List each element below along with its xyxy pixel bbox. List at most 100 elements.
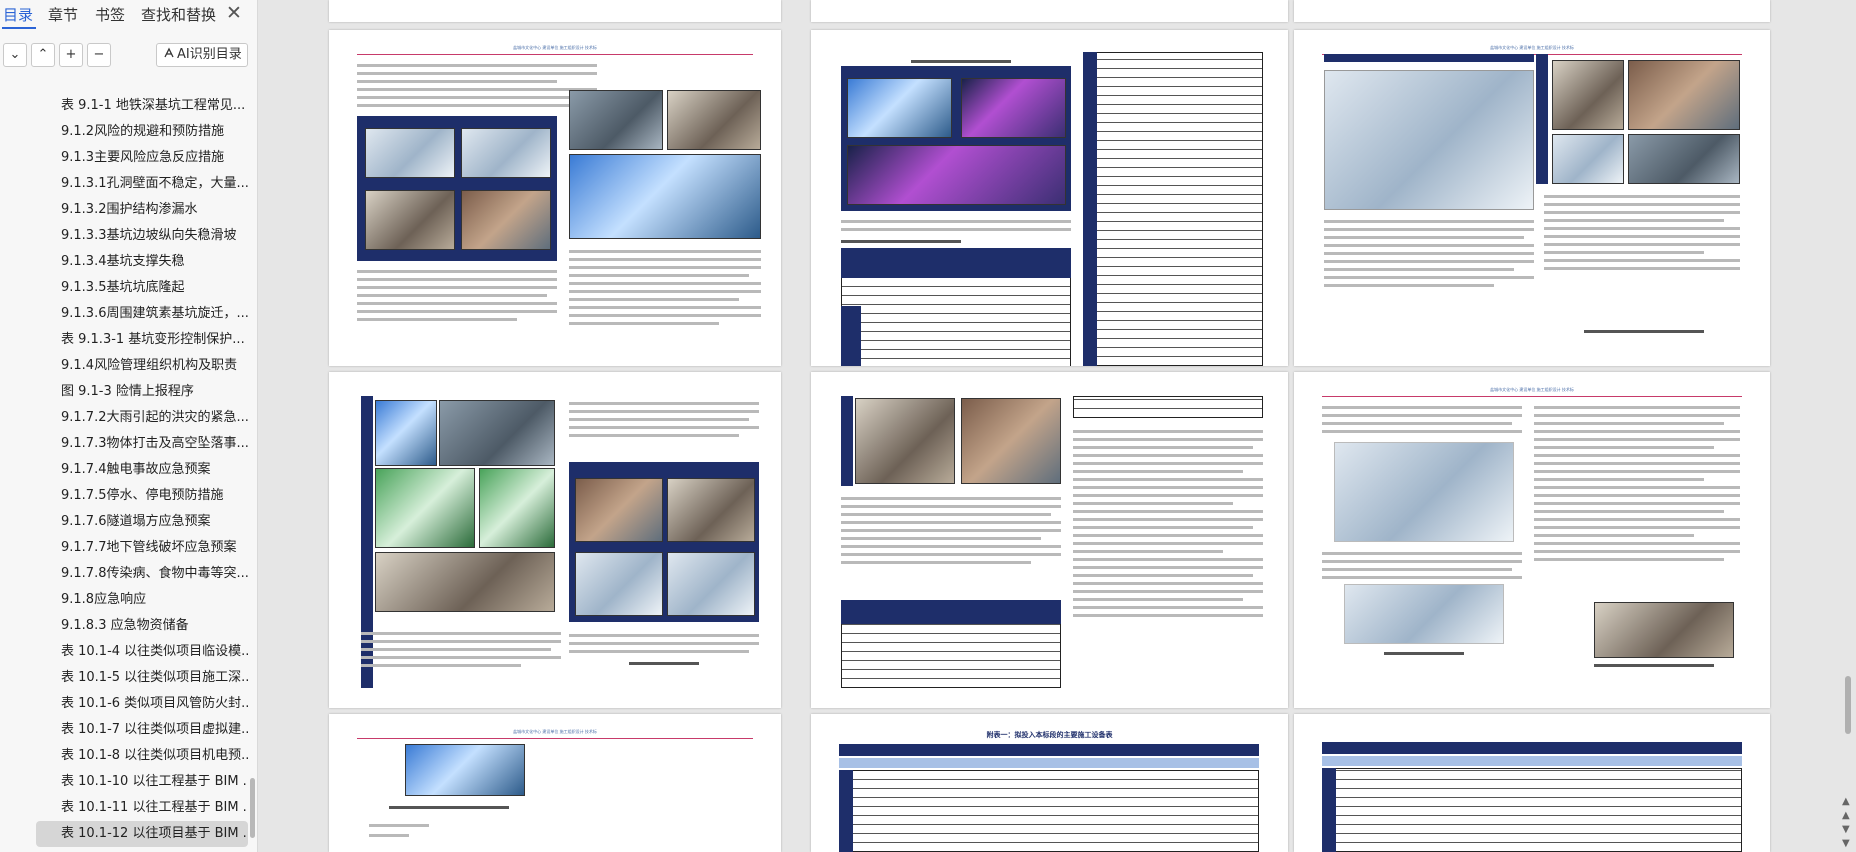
toc-item[interactable]: 9.1.7.2大雨引起的洪灾的紧急... bbox=[0, 405, 248, 431]
document-page[interactable] bbox=[329, 372, 781, 708]
text-line bbox=[357, 270, 557, 273]
toc-item[interactable]: 9.1.7.5停水、停电预防措施 bbox=[0, 483, 248, 509]
text-line bbox=[841, 561, 1031, 564]
toc-item[interactable]: 表 10.1-7 以往类似项目虚拟建... bbox=[0, 717, 248, 743]
text-line bbox=[1073, 438, 1263, 441]
text-line bbox=[1324, 284, 1494, 287]
text-line bbox=[1324, 268, 1514, 271]
toc-scrollbar[interactable] bbox=[250, 778, 255, 838]
toc-item[interactable]: 表 9.1-1 地铁深基坑工程常见... bbox=[0, 93, 248, 119]
document-page[interactable]: 附表一：拟投入本标段的主要施工设备表 bbox=[811, 714, 1288, 852]
toc-item[interactable]: 表 10.1-11 以往工程基于 BIM ... bbox=[0, 795, 248, 821]
scroll-down-icon[interactable]: ▼ bbox=[1842, 838, 1850, 849]
active-tab-indicator bbox=[2, 27, 36, 29]
text-line bbox=[1534, 494, 1740, 497]
toc-item[interactable]: 9.1.8.3 应急物资储备 bbox=[0, 613, 248, 639]
equipment-table bbox=[1322, 768, 1742, 852]
mobile-app-screenshot bbox=[375, 400, 437, 466]
toc-item[interactable]: 9.1.3主要风险应急反应措施 bbox=[0, 145, 248, 171]
toc-item[interactable]: 图 9.1-3 险情上报程序 bbox=[0, 379, 248, 405]
toc-item[interactable]: 9.1.3.2围护结构渗漏水 bbox=[0, 197, 248, 223]
site-photo bbox=[1594, 602, 1734, 658]
text-line bbox=[1534, 486, 1740, 489]
document-page[interactable]: 盐城市文化中心 建设单位 施工组织设计 技术标 bbox=[1294, 30, 1770, 366]
text-line bbox=[1534, 510, 1724, 513]
toc-item[interactable]: 表 10.1-4 以往类似项目临设模... bbox=[0, 639, 248, 665]
toc-item[interactable]: 9.1.7.3物体打击及高空坠落事... bbox=[0, 431, 248, 457]
toc-item[interactable]: 9.1.7.8传染病、食物中毒等突... bbox=[0, 561, 248, 587]
add-heading-button[interactable]: + bbox=[59, 43, 83, 67]
tab-toc[interactable]: 目录 bbox=[3, 4, 33, 25]
tablet-photo bbox=[667, 478, 755, 542]
text-line bbox=[841, 497, 1061, 500]
toc-item[interactable]: 9.1.7.7地下管线破坏应急预案 bbox=[0, 535, 248, 561]
toc-item[interactable]: 9.1.3.4基坑支撑失稳 bbox=[0, 249, 248, 275]
toc-item[interactable]: 9.1.3.6周围建筑素基坑旋迁，... bbox=[0, 301, 248, 327]
document-page[interactable] bbox=[329, 0, 781, 22]
document-page[interactable]: 盐城市文化中心 建设单位 施工组织设计 技术标 bbox=[329, 714, 781, 852]
tab-find-replace[interactable]: 查找和替换 bbox=[141, 4, 216, 25]
toc-item[interactable]: 表 9.1.3-1 基坑变形控制保护... bbox=[0, 327, 248, 353]
software-screenshot bbox=[569, 154, 761, 239]
text-line bbox=[1534, 478, 1704, 481]
toc-item[interactable]: 9.1.3.5基坑坑底隆起 bbox=[0, 275, 248, 301]
toc-item[interactable]: 表 10.1-6 类似项目风管防火封... bbox=[0, 691, 248, 717]
text-line bbox=[1534, 470, 1740, 473]
bim-site-model-image bbox=[405, 744, 525, 796]
scroll-page-up-icon[interactable]: ▲ bbox=[1842, 810, 1850, 821]
toc-list: 表 9.1-1 地铁深基坑工程常见... 9.1.2风险的规避和预防措施 9.1… bbox=[0, 93, 258, 847]
text-line bbox=[1544, 227, 1740, 230]
table-header bbox=[841, 248, 1071, 278]
document-page[interactable] bbox=[811, 30, 1288, 366]
close-icon[interactable]: ✕ bbox=[226, 2, 242, 24]
tab-bookmarks[interactable]: 书签 bbox=[95, 4, 125, 25]
document-page[interactable] bbox=[1294, 714, 1770, 852]
text-line bbox=[357, 72, 597, 75]
text-line bbox=[569, 434, 739, 437]
document-page[interactable]: 盐城市文化中心 建设单位 施工组织设计 技术标 bbox=[1294, 372, 1770, 708]
text-line bbox=[361, 632, 561, 635]
document-page[interactable] bbox=[811, 372, 1288, 708]
toc-item[interactable]: 表 10.1-8 以往类似项目机电预... bbox=[0, 743, 248, 769]
table-side-header bbox=[839, 770, 853, 852]
toc-item[interactable]: 9.1.2风险的规避和预防措施 bbox=[0, 119, 248, 145]
mobile-app-screenshot bbox=[479, 468, 555, 548]
toc-item[interactable]: 9.1.7.6隧道塌方应急预案 bbox=[0, 509, 248, 535]
text-line bbox=[1322, 430, 1522, 433]
text-line bbox=[1324, 244, 1534, 247]
text-line bbox=[569, 282, 761, 285]
toc-item[interactable]: 9.1.3.1孔洞壁面不稳定，大量... bbox=[0, 171, 248, 197]
scroll-page-down-icon[interactable]: ▼ bbox=[1842, 824, 1850, 835]
text-line bbox=[1324, 228, 1534, 231]
text-line bbox=[1534, 542, 1740, 545]
remove-heading-button[interactable]: − bbox=[87, 43, 111, 67]
text-line bbox=[1073, 446, 1253, 449]
toc-item[interactable]: 表 10.1-10 以往工程基于 BIM ... bbox=[0, 769, 248, 795]
text-line bbox=[357, 310, 557, 313]
network-diagram bbox=[1334, 442, 1514, 542]
toc-item[interactable]: 9.1.7.4触电事故应急预案 bbox=[0, 457, 248, 483]
text-line bbox=[1073, 542, 1263, 545]
ai-recognize-toc-button[interactable]: AI识别目录 bbox=[156, 43, 248, 67]
toc-item[interactable]: 9.1.4风险管理组织机构及职责 bbox=[0, 353, 248, 379]
text-line bbox=[1073, 502, 1233, 505]
document-page[interactable] bbox=[811, 0, 1288, 22]
toc-item[interactable]: 表 10.1-5 以往类似项目施工深... bbox=[0, 665, 248, 691]
text-line bbox=[1322, 560, 1522, 563]
collapse-all-button[interactable]: ⌄ bbox=[3, 43, 27, 67]
text-line bbox=[569, 314, 761, 317]
document-scrollbar[interactable] bbox=[1845, 676, 1851, 734]
tab-chapters[interactable]: 章节 bbox=[48, 4, 78, 25]
table-group-row bbox=[839, 758, 1259, 768]
scroll-up-icon[interactable]: ▲ bbox=[1842, 796, 1850, 807]
toc-item-selected[interactable]: 表 10.1-12 以往项目基于 BIM ... bbox=[36, 821, 248, 847]
text-line bbox=[1324, 276, 1534, 279]
text-line bbox=[1534, 502, 1740, 505]
text-line bbox=[569, 426, 759, 429]
toc-item[interactable]: 9.1.3.3基坑边坡纵向失稳滑坡 bbox=[0, 223, 248, 249]
document-page[interactable]: 盐城市文化中心 建设单位 施工组织设计 技术标 bbox=[329, 30, 781, 366]
text-line bbox=[841, 545, 1061, 548]
toc-item[interactable]: 9.1.8应急响应 bbox=[0, 587, 248, 613]
document-page[interactable] bbox=[1294, 0, 1770, 22]
expand-all-button[interactable]: ⌃ bbox=[31, 43, 55, 67]
